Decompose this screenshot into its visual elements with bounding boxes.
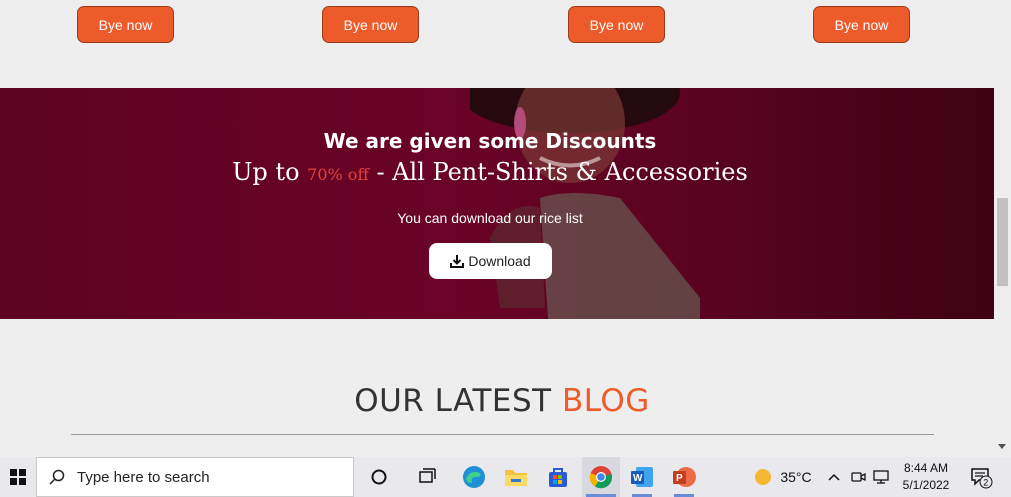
word-app[interactable]: W [624,457,660,497]
notification-count: 2 [983,478,988,488]
buy-now-button-1[interactable]: Bye now [77,6,174,43]
cortana-circle-icon [371,469,387,485]
download-button[interactable]: Download [429,243,552,279]
buy-now-button-3[interactable]: Bye now [568,6,665,43]
meet-now-icon [851,472,866,482]
task-view-icon [419,468,436,483]
task-view-button[interactable] [410,457,444,497]
blog-title-part1: OUR LATEST [354,383,552,419]
blog-divider [71,434,934,435]
network-button[interactable] [872,457,892,497]
folder-icon [505,470,527,486]
windows-taskbar: Type here to search W P 35°C 8:44 AM 5/1… [0,457,1011,497]
meet-now-button[interactable] [848,457,868,497]
clock-date: 5/1/2022 [902,478,950,492]
word-icon: W [631,467,653,487]
web-page: Bye now Bye now Bye now Bye now We are g… [0,0,1011,457]
notification-icon: 2 [971,468,993,489]
banner-subtitle: Up to 70% off - All Pent-Shirts & Access… [0,158,980,186]
banner-subtitle-suffix: - All Pent-Shirts & Accessories [368,158,748,186]
network-monitor-icon [873,470,889,484]
store-bag-icon [549,468,567,487]
search-placeholder: Type here to search [77,468,210,486]
chevron-up-icon [828,473,840,481]
taskbar-search-input[interactable]: Type here to search [36,457,354,497]
powerpoint-icon: P [673,467,696,487]
banner-title: We are given some Discounts [323,129,657,153]
buy-now-button-4[interactable]: Bye now [813,6,910,43]
weather-widget[interactable]: 35°C [748,457,818,497]
clock-time: 8:44 AM [903,461,949,475]
banner-note: You can download our rice list [397,210,583,226]
windows-logo-icon [10,469,26,485]
blog-section-title: OUR LATEST BLOG [0,383,1004,419]
buy-now-button-2[interactable]: Bye now [322,6,419,43]
svg-text:P: P [676,473,683,484]
chrome-icon [589,466,613,489]
model-photo [470,88,700,319]
sun-icon [755,469,772,485]
cortana-button[interactable] [362,457,396,497]
search-icon [49,469,65,485]
edge-icon [463,466,485,488]
scroll-down-arrow-icon[interactable] [996,441,1008,453]
weather-temperature: 35°C [780,469,812,485]
download-icon [450,255,465,268]
microsoft-store-app[interactable] [540,457,576,497]
discount-percent: 70% off [307,165,369,184]
svg-text:W: W [633,473,643,484]
file-explorer-app[interactable] [498,457,534,497]
show-hidden-icons-button[interactable] [824,457,844,497]
action-center-button[interactable]: 2 [964,457,998,497]
download-label: Download [468,253,531,269]
chrome-app[interactable] [582,457,620,497]
powerpoint-app[interactable]: P [666,457,702,497]
banner-subtitle-prefix: Up to [232,158,308,186]
start-button[interactable] [0,457,36,497]
taskbar-clock[interactable]: 8:44 AM 5/1/2022 [896,460,956,494]
edge-app[interactable] [456,457,492,497]
discount-banner: We are given some Discounts Up to 70% of… [0,88,994,319]
scrollbar-thumb[interactable] [997,198,1008,286]
blog-title-part2: BLOG [561,383,650,419]
